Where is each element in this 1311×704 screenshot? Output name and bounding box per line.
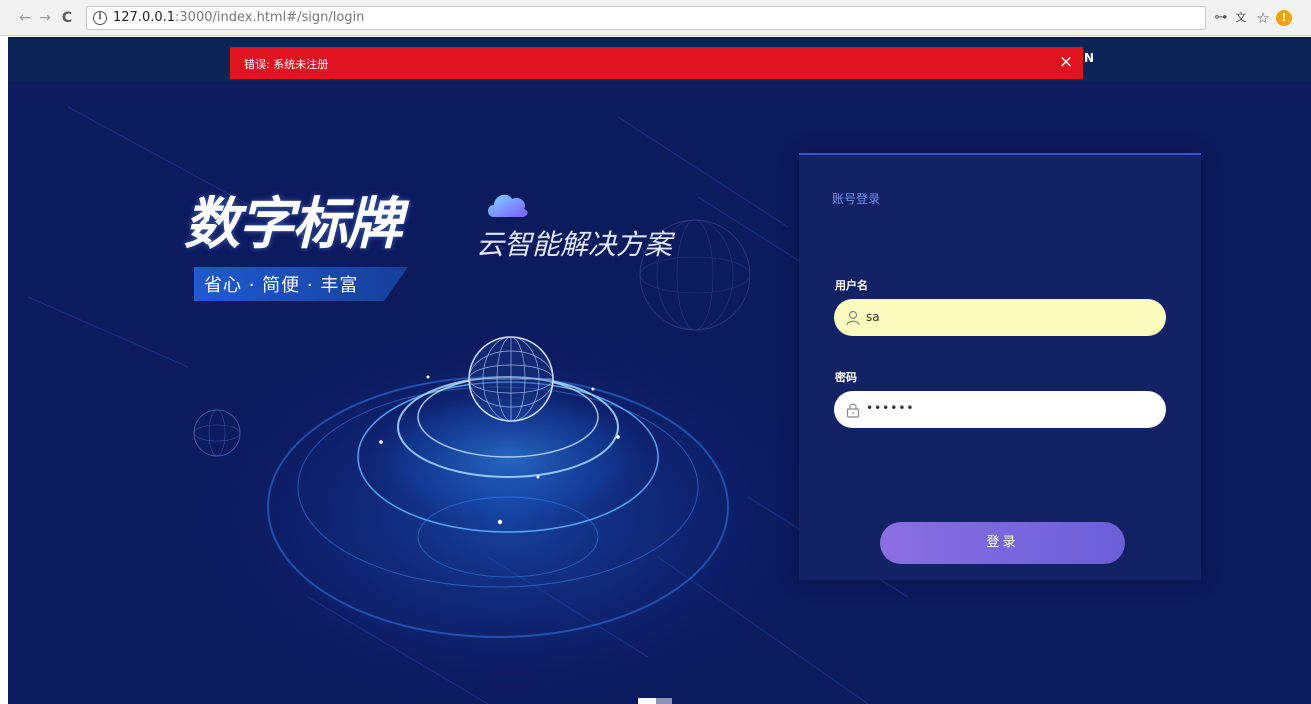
hero-subtitle: 云智能解决方案 — [476, 228, 673, 261]
url-path: :3000/index.html#/sign/login — [175, 10, 365, 25]
login-button[interactable]: 登录 — [880, 522, 1125, 564]
url-text[interactable]: 127.0.0.1:3000/index.html#/sign/login — [113, 10, 364, 25]
password-field[interactable]: •••••• — [834, 391, 1166, 428]
username-field[interactable]: sa — [834, 299, 1166, 336]
password-label: 密码 — [835, 371, 857, 384]
hero-tagline: 省心 · 简便 · 丰富 — [204, 275, 359, 296]
carousel-indicator[interactable] — [638, 698, 672, 704]
cloud-icon — [488, 194, 528, 217]
login-page: N 错误: 系统未注册 × 数字标牌 云智能解决方案 省心 · 简便 · 丰富 … — [8, 37, 1311, 704]
key-icon[interactable]: ⊶ — [1212, 9, 1230, 27]
username-value: sa — [866, 310, 880, 324]
translate-icon[interactable]: 文 — [1232, 9, 1250, 27]
password-value: •••••• — [866, 401, 915, 415]
bookmark-star-icon[interactable]: ☆ — [1254, 9, 1272, 27]
username-label: 用户名 — [835, 279, 868, 292]
info-icon[interactable]: i — [93, 11, 107, 25]
alert-icon[interactable]: ! — [1276, 10, 1292, 26]
browser-toolbar: ← → C i 127.0.0.1:3000/index.html#/sign/… — [0, 0, 1311, 36]
address-bar[interactable]: i 127.0.0.1:3000/index.html#/sign/login — [86, 6, 1206, 30]
back-icon[interactable]: ← — [16, 9, 34, 27]
hero-title: 数字标牌 — [184, 192, 402, 257]
user-icon — [846, 310, 860, 326]
url-host: 127.0.0.1 — [113, 10, 176, 25]
reload-icon[interactable]: C — [58, 9, 76, 27]
lock-icon — [846, 403, 860, 418]
forward-icon[interactable]: → — [36, 9, 54, 27]
login-card: 账号登录 用户名 sa 密码 •••••• 登录 — [799, 153, 1201, 580]
login-tab-title[interactable]: 账号登录 — [832, 190, 880, 207]
